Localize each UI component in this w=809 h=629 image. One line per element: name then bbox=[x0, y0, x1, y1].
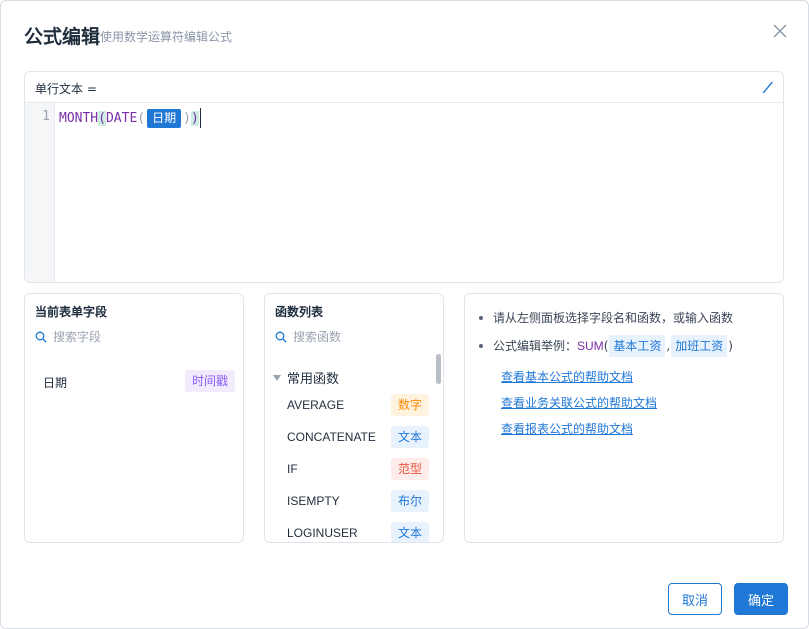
function-date[interactable]: DATE bbox=[106, 111, 137, 126]
example-paren-close: ) bbox=[728, 339, 733, 353]
function-item[interactable]: AVERAGE 数字 bbox=[265, 391, 433, 419]
help-link-business[interactable]: 查看业务关联公式的帮助文档 bbox=[501, 390, 657, 416]
cancel-button[interactable]: 取消 bbox=[668, 583, 722, 615]
formula-editor-dialog: 公式编辑 使用数学运算符编辑公式 单行文本 = ⁄ 1 MONTH ( DATE… bbox=[0, 0, 809, 629]
help-tip-text: 请从左侧面板选择字段名和函数，或输入函数 bbox=[493, 311, 734, 325]
close-icon[interactable] bbox=[771, 22, 789, 40]
function-item-name: AVERAGE bbox=[287, 398, 345, 412]
example-paren-open: ( bbox=[603, 339, 609, 353]
function-item[interactable]: IF 范型 bbox=[265, 455, 433, 483]
line-number: 1 bbox=[42, 109, 50, 124]
formula-editor[interactable]: 单行文本 = ⁄ 1 MONTH ( DATE ( 日期 ) ) bbox=[24, 71, 784, 283]
help-link-basic[interactable]: 查看基本公式的帮助文档 bbox=[501, 364, 657, 390]
dialog-subtitle: 使用数学运算符编辑公式 bbox=[100, 30, 233, 44]
help-tip-example: 公式编辑举例： SUM ( 基本工资 , 加班工资 ) bbox=[479, 335, 733, 357]
function-search bbox=[275, 330, 413, 344]
field-chip[interactable]: 日期 bbox=[147, 108, 182, 128]
function-type-tag: 文本 bbox=[390, 426, 429, 448]
function-item-name: CONCATENATE bbox=[287, 430, 376, 444]
function-month[interactable]: MONTH bbox=[59, 111, 98, 126]
functions-panel: 函数列表 常用函数 AVERAGE 数字 CONCATENATE 文本 IF 范… bbox=[264, 293, 444, 543]
help-panel: 请从左侧面板选择字段名和函数，或输入函数 公式编辑举例： SUM ( 基本工资 … bbox=[464, 293, 784, 543]
text-cursor bbox=[199, 108, 201, 128]
line-gutter: 1 bbox=[25, 103, 55, 282]
function-item-name: IF bbox=[287, 462, 298, 476]
fields-panel-title: 当前表单字段 bbox=[35, 305, 108, 319]
fields-panel: 当前表单字段 日期 时间戳 bbox=[24, 293, 244, 543]
example-prefix: 公式编辑举例： bbox=[493, 339, 578, 353]
caret-down-icon bbox=[273, 374, 281, 381]
paren-open: ( bbox=[98, 110, 106, 126]
function-type-tag: 文本 bbox=[390, 522, 429, 542]
function-item[interactable]: LOGINUSER 文本 bbox=[265, 519, 433, 542]
example-function: SUM bbox=[577, 339, 604, 353]
bullet-icon bbox=[479, 344, 483, 348]
formula-code[interactable]: MONTH ( DATE ( 日期 ) ) bbox=[59, 108, 201, 128]
function-item-name: LOGINUSER bbox=[287, 526, 358, 540]
confirm-button[interactable]: 确定 bbox=[734, 583, 788, 615]
field-item[interactable]: 日期 时间戳 bbox=[25, 368, 243, 394]
field-type-tag: 时间戳 bbox=[184, 370, 235, 392]
example-field-chip: 加班工资 bbox=[671, 335, 728, 357]
target-field-label: 单行文本 = bbox=[35, 82, 97, 96]
example-field-chip: 基本工资 bbox=[609, 335, 666, 357]
dialog-title: 公式编辑 bbox=[24, 26, 101, 48]
editor-header: 单行文本 = ⁄ bbox=[25, 72, 783, 103]
format-icon[interactable]: ⁄ bbox=[766, 79, 769, 97]
function-item[interactable]: CONCATENATE 文本 bbox=[265, 423, 433, 451]
help-tip: 请从左侧面板选择字段名和函数，或输入函数 bbox=[479, 308, 734, 328]
field-search-input[interactable] bbox=[53, 330, 203, 344]
functions-scrollbar[interactable] bbox=[436, 354, 441, 384]
paren-close: ) bbox=[190, 110, 199, 126]
paren-close: ) bbox=[183, 110, 191, 126]
field-search bbox=[35, 330, 203, 344]
search-icon bbox=[275, 331, 287, 343]
function-group-label: 常用函数 bbox=[287, 372, 340, 387]
help-link-report[interactable]: 查看报表公式的帮助文档 bbox=[501, 416, 657, 442]
function-search-input[interactable] bbox=[293, 330, 413, 344]
search-icon bbox=[35, 331, 47, 343]
help-tips: 请从左侧面板选择字段名和函数，或输入函数 公式编辑举例： SUM ( 基本工资 … bbox=[479, 308, 734, 364]
functions-panel-title: 函数列表 bbox=[275, 305, 324, 319]
function-type-tag: 范型 bbox=[390, 458, 429, 480]
function-item[interactable]: ISEMPTY 布尔 bbox=[265, 487, 433, 515]
function-type-tag: 数字 bbox=[390, 394, 429, 416]
function-item-name: ISEMPTY bbox=[287, 494, 340, 508]
field-item-name: 日期 bbox=[43, 376, 68, 390]
function-group-common[interactable]: 常用函数 bbox=[273, 368, 339, 387]
example-separator: , bbox=[666, 339, 671, 353]
function-type-tag: 布尔 bbox=[390, 490, 429, 512]
paren-open: ( bbox=[137, 110, 146, 126]
help-links: 查看基本公式的帮助文档 查看业务关联公式的帮助文档 查看报表公式的帮助文档 bbox=[501, 364, 657, 442]
bullet-icon bbox=[479, 316, 483, 320]
